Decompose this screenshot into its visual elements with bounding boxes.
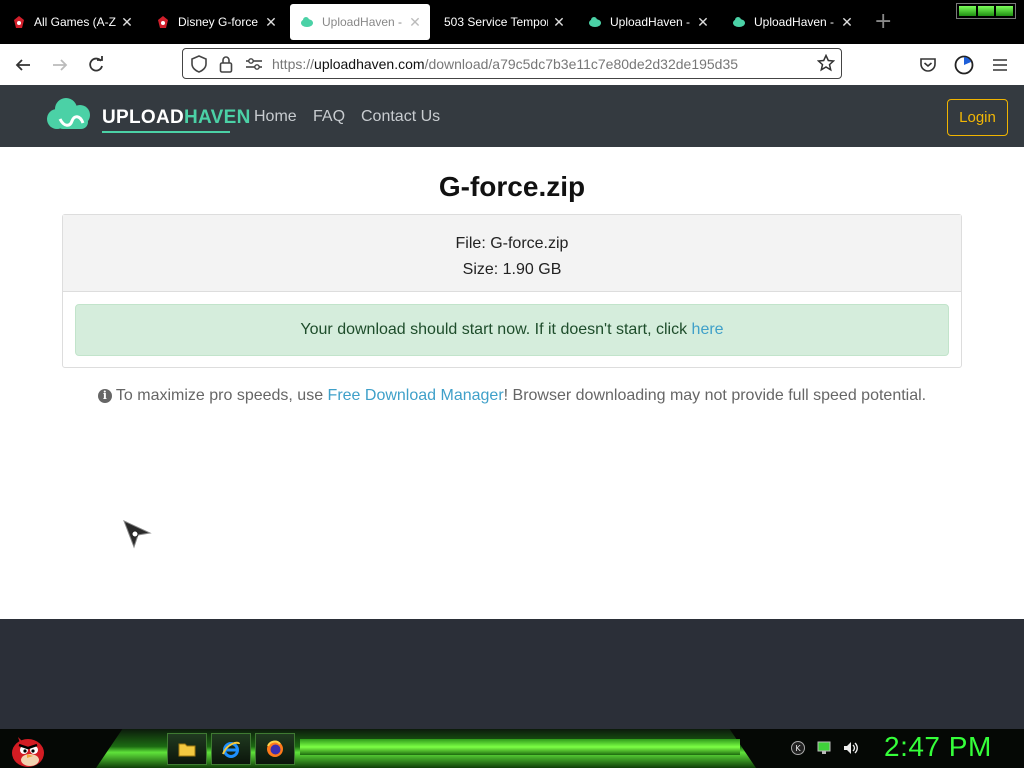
nav-home-link[interactable]: Home (254, 108, 297, 126)
tip-suffix: ! Browser downloading may not provide fu… (503, 387, 927, 404)
tip-prefix: To maximize pro speeds, use (115, 387, 328, 404)
browser-tab-strip: All Games (A-Z) ✕ Disney G-force F ✕ Upl… (0, 0, 1024, 44)
close-icon[interactable]: ✕ (840, 14, 854, 31)
taskbar-file-explorer[interactable] (167, 733, 207, 765)
reload-icon (89, 56, 103, 72)
tab-disney-gforce[interactable]: Disney G-force F ✕ (146, 4, 286, 40)
shield-icon (191, 55, 207, 73)
free-download-manager-link[interactable]: Free Download Manager (328, 387, 504, 404)
taskbar-internet-explorer[interactable] (211, 733, 251, 765)
network-icon[interactable] (816, 740, 832, 756)
address-bar[interactable]: https://uploadhaven.com/download/a79c5dc… (182, 48, 842, 79)
file-explorer-icon (178, 743, 196, 757)
close-icon[interactable]: ✕ (552, 14, 566, 31)
firefox-icon (267, 740, 283, 757)
uploadhaven-logo[interactable]: UPLOADHAVEN (46, 95, 250, 135)
download-alert: Your download should start now. If it do… (75, 304, 949, 356)
game-icon (158, 16, 168, 28)
arrow-left-icon (15, 59, 30, 71)
uploadhaven-icon (589, 17, 601, 27)
back-button[interactable] (10, 52, 36, 78)
account-button[interactable] (951, 52, 977, 78)
nav-contact-link[interactable]: Contact Us (361, 108, 440, 126)
page-title: G-force.zip (438, 171, 586, 202)
url-scheme: https:// (272, 56, 315, 72)
taskbar-track (300, 739, 740, 755)
game-icon (14, 16, 24, 28)
tab-title: 503 Service Tempora (444, 15, 548, 29)
pocket-icon (920, 58, 936, 72)
forward-button[interactable] (47, 52, 73, 78)
close-icon[interactable]: ✕ (264, 14, 278, 31)
tab-title: UploadHaven - ( (322, 15, 404, 29)
arrow-right-icon (53, 59, 68, 71)
main-content: G-force.zip File: G-force.zip Size: 1.90… (0, 147, 1024, 619)
browser-toolbar: https://uploadhaven.com/download/a79c5dc… (0, 44, 1024, 85)
alert-text: Your download should start now. If it do… (300, 321, 692, 338)
close-icon[interactable]: ✕ (408, 14, 422, 31)
file-name: File: G-force.zip (455, 235, 569, 252)
tab-uploadhaven-2[interactable]: UploadHaven - F ✕ (578, 4, 718, 40)
reload-button[interactable] (83, 52, 109, 78)
logo-upload-text: UPLOAD (102, 107, 185, 128)
menu-button[interactable] (987, 52, 1013, 78)
cloud-logo-icon (47, 98, 90, 129)
nav-faq-link[interactable]: FAQ (313, 108, 345, 126)
taskbar-firefox[interactable] (255, 733, 295, 765)
manual-download-link[interactable]: here (692, 321, 724, 338)
bookmark-star-icon[interactable] (817, 54, 835, 72)
start-button-angry-bird-icon[interactable] (8, 729, 48, 768)
system-tray: K (790, 740, 860, 756)
lock-icon (219, 56, 233, 73)
site-header: UPLOADHAVEN Home FAQ Contact Us Login (0, 85, 1024, 147)
download-card: File: G-force.zip Size: 1.90 GB Your dow… (62, 214, 962, 368)
tab-title: UploadHaven - F (754, 15, 836, 29)
tab-uploadhaven-3[interactable]: UploadHaven - F ✕ (722, 4, 862, 40)
tab-title: All Games (A-Z) (34, 15, 116, 29)
tab-title: UploadHaven - F (610, 15, 692, 29)
url-text: https://uploadhaven.com/download/a79c5dc… (272, 56, 738, 72)
keyboard-icon[interactable]: K (790, 740, 806, 756)
close-icon[interactable]: ✕ (120, 14, 134, 31)
close-icon[interactable]: ✕ (696, 14, 710, 31)
pocket-button[interactable] (915, 52, 941, 78)
logo-underline (102, 131, 230, 133)
svg-text:K: K (795, 744, 801, 753)
account-icon (954, 55, 974, 75)
file-size: Size: 1.90 GB (462, 261, 562, 278)
taskbar (0, 729, 1024, 768)
page-footer (0, 619, 1024, 729)
login-button[interactable]: Login (947, 99, 1008, 136)
logo-haven-text: HAVEN (184, 107, 251, 128)
window-gadget (956, 3, 1016, 19)
mouse-cursor-icon (123, 520, 152, 549)
file-info: File: G-force.zip Size: 1.90 GB (63, 215, 961, 292)
new-tab-button[interactable]: + (874, 10, 892, 34)
uploadhaven-icon (733, 17, 745, 27)
logo-text: UPLOADHAVEN (102, 107, 251, 129)
hamburger-menu-icon (993, 59, 1007, 71)
tab-title: Disney G-force F (178, 15, 260, 29)
info-icon: i (97, 389, 112, 403)
tab-all-games[interactable]: All Games (A-Z) ✕ (2, 4, 142, 40)
uploadhaven-icon (301, 17, 313, 27)
internet-explorer-icon (222, 741, 240, 758)
url-path: /download/a79c5dc7b3e11c7e80de2d32de195d… (424, 56, 739, 72)
speed-tip: i To maximize pro speeds, use Free Downlo… (0, 387, 1024, 405)
volume-icon[interactable] (842, 740, 860, 756)
tab-503-service[interactable]: 503 Service Tempora ✕ (434, 4, 574, 40)
url-host: uploadhaven.com (314, 56, 425, 72)
taskbar-clock[interactable]: 2:47 PM (884, 731, 992, 763)
tab-uploadhaven-active[interactable]: UploadHaven - ( ✕ (290, 4, 430, 40)
permissions-icon (246, 58, 262, 70)
